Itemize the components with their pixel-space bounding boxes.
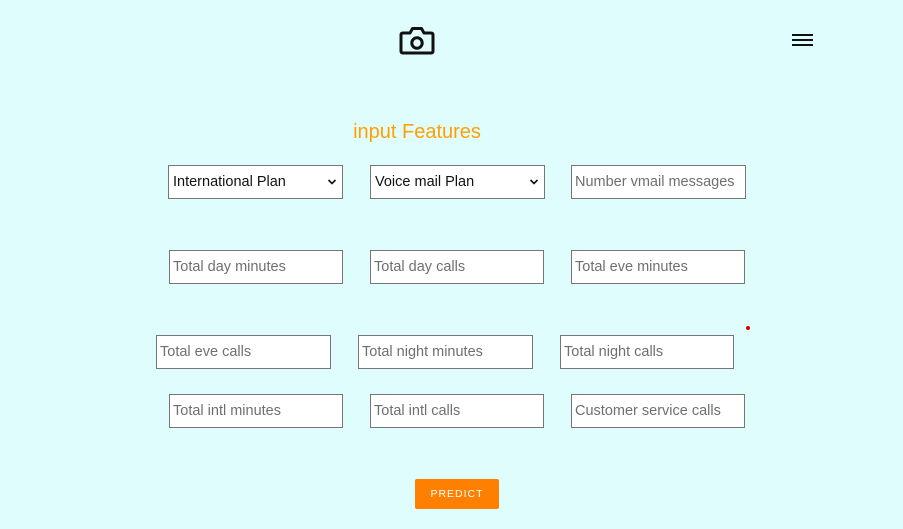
total-intl-minutes-input[interactable] [169,394,343,428]
voice-mail-plan-select[interactable]: Voice mail Plan [370,165,545,199]
hamburger-menu-icon[interactable] [792,34,813,48]
camera-icon[interactable] [399,27,435,55]
menu-bar [792,34,813,36]
international-plan-select[interactable]: International Plan [168,165,343,199]
chevron-down-icon [327,179,337,185]
total-intl-calls-input[interactable] [370,394,544,428]
number-vmail-messages-input[interactable] [571,165,746,199]
total-day-minutes-input[interactable] [169,250,343,284]
customer-service-calls-input[interactable] [571,394,745,428]
menu-bar [792,44,813,46]
total-night-minutes-input[interactable] [358,335,533,369]
total-day-calls-input[interactable] [370,250,544,284]
chevron-down-icon [529,179,539,185]
form-title: input Features [353,121,481,143]
red-dot-indicator [746,326,750,330]
total-eve-minutes-input[interactable] [571,250,745,284]
international-plan-selected: International Plan [173,174,286,190]
menu-bar [792,39,813,41]
voice-mail-plan-selected: Voice mail Plan [375,174,475,190]
total-night-calls-input[interactable] [560,335,734,369]
total-eve-calls-input[interactable] [156,335,331,369]
predict-button[interactable]: PREDICT [415,479,499,509]
